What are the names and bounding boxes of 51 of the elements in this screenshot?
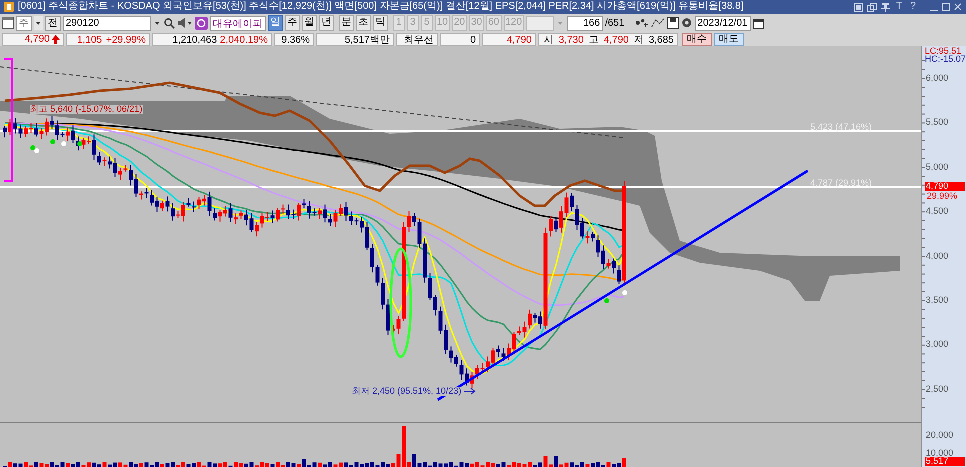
- best-price: 4,790: [482, 32, 536, 46]
- period-tab[interactable]: 초: [356, 15, 371, 31]
- period-tab[interactable]: 주: [285, 15, 300, 31]
- market-dropdown[interactable]: 주: [16, 16, 32, 30]
- axis-label: 10,000: [926, 449, 954, 458]
- current-price: 4,790: [24, 32, 50, 46]
- price-rate: 29.99%: [927, 192, 958, 201]
- axis-label: 2,500: [926, 384, 949, 394]
- axis-label: 20,000: [926, 431, 954, 440]
- axis-label: 5,000: [926, 162, 949, 172]
- axis-label: 4,500: [926, 207, 949, 216]
- open-price: 3,730: [558, 34, 584, 44]
- axis-label: 3,500: [926, 296, 949, 305]
- mode-button[interactable]: 전: [45, 16, 61, 30]
- code-field[interactable]: 290120: [63, 16, 151, 30]
- low-label: 저: [634, 34, 644, 44]
- period-tab[interactable]: 년: [319, 15, 334, 31]
- price-tag: 4,790: [925, 182, 965, 191]
- low-price: 3,685: [648, 34, 674, 44]
- axis-label: 4,000: [926, 252, 949, 261]
- buy-button[interactable]: 매수: [682, 32, 712, 46]
- stock-name: 대유에이피: [210, 16, 266, 30]
- axis-label: 5,500: [926, 118, 949, 128]
- date-field[interactable]: 2023/12/01: [694, 16, 751, 30]
- best-label: 최우선: [396, 32, 438, 46]
- axis-label: 3,000: [926, 340, 949, 350]
- period-tab[interactable]: 분: [339, 15, 354, 31]
- count-field[interactable]: 166: [567, 16, 604, 30]
- period-tab[interactable]: 월: [302, 15, 317, 31]
- title-button[interactable]: ?: [908, 2, 918, 12]
- period-tab[interactable]: 틱: [373, 15, 388, 31]
- best-quantity: 0: [440, 32, 480, 46]
- open-label: 시: [544, 34, 554, 44]
- high-price: 4,790: [604, 34, 629, 44]
- turnover-rate: 9.36%: [274, 32, 314, 46]
- volume-rate: 2,040.19%: [220, 34, 268, 44]
- trade-volume: 1,210,463: [172, 34, 218, 44]
- legend-text: LC:95.51: [925, 47, 962, 56]
- window-title: [0601] 주식종합차트 - KOSDAQ 외국인보유[53(천)] 주식수[12,929(천)] 액면[500] 자본금[65(억)] 결산[12월] EPS[2,044] PER[2.34] 시가총액[619(억)] 유통비율[38.8]: [18, 2, 744, 12]
- low-annotation: 최저 2,450 (95.51%, 10/23): [352, 387, 462, 396]
- change-rate: +29.99%: [106, 34, 146, 44]
- title-button[interactable]: T: [894, 2, 904, 12]
- trade-amount: 5,517백만: [316, 32, 394, 46]
- high-annotation: 최고 5,640 (-15.07%, 06/21): [30, 105, 143, 114]
- price-change: 1,105: [77, 34, 102, 44]
- legend-text: HC:-15.07: [925, 55, 966, 64]
- high-label: 고: [588, 34, 599, 44]
- total-count: /651: [605, 16, 625, 30]
- volume-tag: 5,517: [925, 457, 965, 466]
- axis-label: 6,000: [926, 74, 949, 83]
- sell-button[interactable]: 매도: [714, 32, 744, 46]
